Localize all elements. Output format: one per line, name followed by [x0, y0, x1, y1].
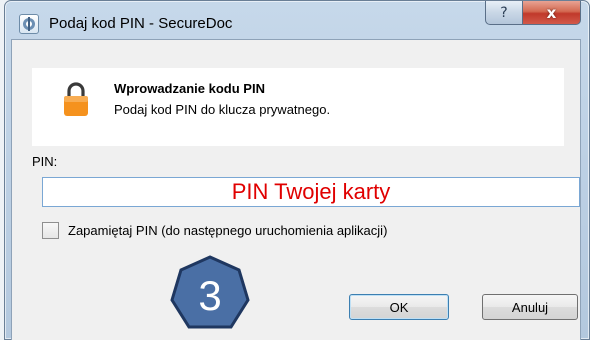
title-bar[interactable]: Podaj kod PIN - SecureDoc ? x: [5, 1, 589, 41]
close-button[interactable]: x: [523, 1, 581, 25]
pin-input-text: PIN Twojej karty: [231, 179, 391, 204]
remember-pin-label[interactable]: Zapamiętaj PIN (do następnego uruchomien…: [68, 223, 387, 238]
pin-label: PIN:: [32, 154, 58, 169]
cancel-button[interactable]: Anuluj: [482, 294, 578, 320]
remember-pin-checkbox[interactable]: [42, 221, 59, 239]
pin-input[interactable]: PIN Twojej karty: [42, 177, 580, 207]
header-title: Wprowadzanie kodu PIN: [114, 81, 265, 96]
dialog-body: Wprowadzanie kodu PIN Podaj kod PIN do k…: [11, 39, 581, 340]
cancel-button-label: Anuluj: [511, 299, 549, 315]
close-icon: x: [546, 3, 557, 22]
lock-icon: [62, 81, 90, 117]
header-panel: Wprowadzanie kodu PIN Podaj kod PIN do k…: [32, 68, 564, 146]
step-badge: 3: [169, 254, 251, 336]
dialog-window: Podaj kod PIN - SecureDoc ? x Wprowadzan…: [4, 0, 590, 340]
caption-buttons: ? x: [485, 1, 581, 25]
remember-pin-row[interactable]: Zapamiętaj PIN (do następnego uruchomien…: [42, 220, 387, 240]
help-button[interactable]: ?: [485, 1, 523, 25]
header-subtitle: Podaj kod PIN do klucza prywatnego.: [114, 102, 331, 117]
securedoc-app-icon: [19, 14, 39, 34]
window-title: Podaj kod PIN - SecureDoc: [49, 15, 233, 32]
ok-button-label: OK: [389, 299, 409, 315]
ok-button[interactable]: OK: [349, 294, 449, 320]
step-number: 3: [198, 272, 222, 319]
help-icon: ?: [500, 4, 508, 21]
